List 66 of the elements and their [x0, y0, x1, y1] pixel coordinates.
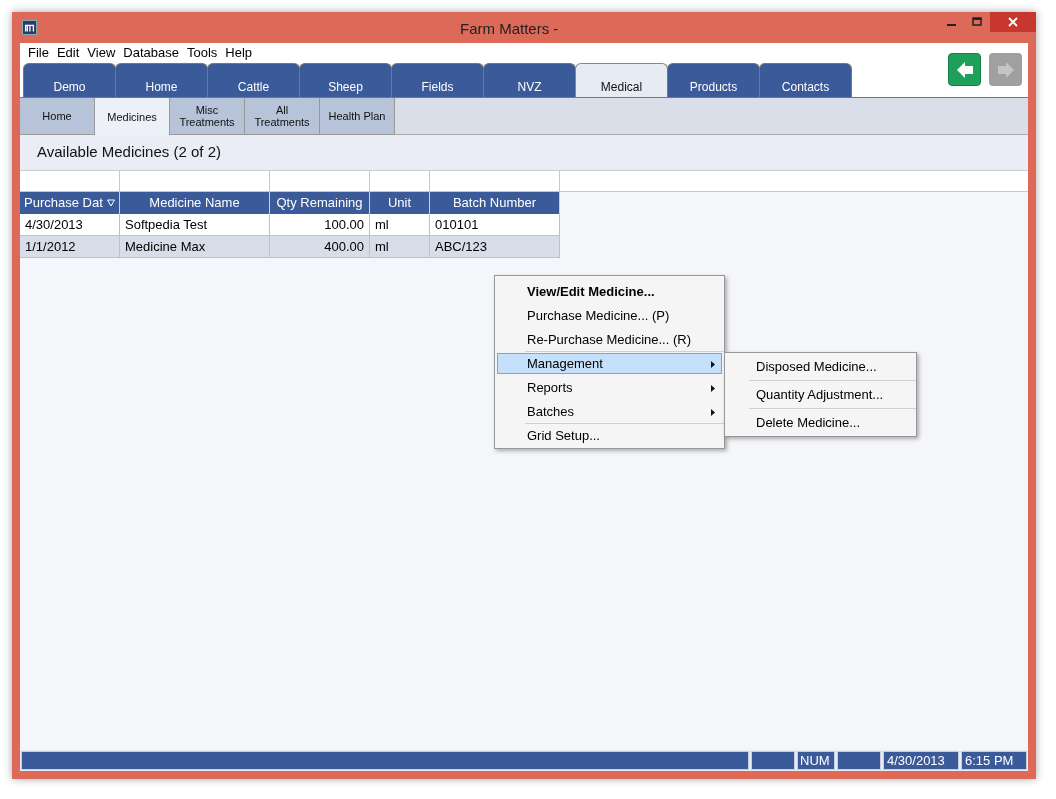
window-title: Farm Matters -: [460, 19, 559, 39]
status-time: 6:15 PM: [961, 751, 1027, 770]
table-cell: 010101: [430, 214, 560, 236]
section-heading: Available Medicines (2 of 2): [37, 142, 221, 163]
menu-item[interactable]: Help: [221, 43, 257, 63]
filter-field[interactable]: [120, 171, 270, 192]
menu-item[interactable]: Delete Medicine...: [725, 411, 916, 434]
status-date: 4/30/2013: [883, 751, 959, 770]
menu-item[interactable]: Disposed Medicine...: [725, 355, 916, 378]
menu-item[interactable]: Grid Setup...: [497, 425, 722, 446]
menu-item[interactable]: Reports: [497, 377, 722, 398]
menu-item[interactable]: File: [24, 43, 53, 63]
column-header[interactable]: Qty Remaining: [270, 192, 370, 214]
tab[interactable]: Medical: [575, 63, 668, 97]
tab[interactable]: Fields: [391, 63, 484, 97]
status-pane: [837, 751, 881, 770]
table-cell: 100.00: [270, 214, 370, 236]
menu-item[interactable]: Batches: [497, 401, 722, 422]
menu-item[interactable]: Database: [119, 43, 183, 63]
column-header[interactable]: Medicine Name: [120, 192, 270, 214]
table-cell: 1/1/2012: [20, 236, 120, 258]
sub-tab[interactable]: Medicines: [95, 98, 170, 136]
tab[interactable]: Cattle: [207, 63, 300, 97]
menu-item[interactable]: Quantity Adjustment...: [725, 383, 916, 406]
menu-item[interactable]: Re-Purchase Medicine... (R): [497, 329, 722, 350]
filter-field[interactable]: [270, 171, 370, 192]
tab[interactable]: Home: [115, 63, 208, 97]
table-cell: Softpedia Test: [120, 214, 270, 236]
sub-tab[interactable]: All Treatments: [245, 98, 320, 135]
column-header[interactable]: Batch Number: [430, 192, 560, 214]
submenu-arrow-icon: [711, 409, 715, 416]
minimize-icon: [946, 24, 956, 26]
tab[interactable]: Demo: [23, 63, 116, 97]
tab[interactable]: NVZ: [483, 63, 576, 97]
sub-tab[interactable]: Home: [20, 98, 95, 135]
menu-item[interactable]: View/Edit Medicine...: [497, 281, 722, 302]
column-header[interactable]: Purchase Dat: [20, 192, 120, 214]
filter-field[interactable]: [20, 171, 120, 192]
tab[interactable]: Products: [667, 63, 760, 97]
back-button[interactable]: [948, 53, 981, 86]
menu-item[interactable]: Tools: [182, 43, 222, 63]
status-indicator: NUM: [797, 751, 835, 770]
submenu-arrow-icon: [711, 385, 715, 392]
close-button[interactable]: [990, 12, 1036, 32]
sub-tab[interactable]: Misc Treatments: [170, 98, 245, 135]
column-header[interactable]: Unit: [370, 192, 430, 214]
sub-tab[interactable]: Health Plan: [320, 98, 395, 135]
table-cell: Medicine Max: [120, 236, 270, 258]
maximize-icon: [972, 17, 982, 27]
status-pane: [751, 751, 795, 770]
app-logo-icon: [22, 20, 37, 35]
table-cell: 4/30/2013: [20, 214, 120, 236]
table-cell: 400.00: [270, 236, 370, 258]
filter-field[interactable]: [430, 171, 560, 192]
menu-item[interactable]: Management: [497, 353, 722, 374]
table-cell: ml: [370, 236, 430, 258]
filter-field[interactable]: [370, 171, 430, 192]
tab[interactable]: Contacts: [759, 63, 852, 97]
close-icon: [1008, 17, 1018, 27]
table-cell: ABC/123: [430, 236, 560, 258]
menu-item[interactable]: View: [83, 43, 120, 63]
tab[interactable]: Sheep: [299, 63, 392, 97]
submenu-arrow-icon: [711, 361, 715, 368]
table-cell: ml: [370, 214, 430, 236]
menu-item[interactable]: Purchase Medicine... (P): [497, 305, 722, 326]
menu-item[interactable]: Edit: [52, 43, 84, 63]
